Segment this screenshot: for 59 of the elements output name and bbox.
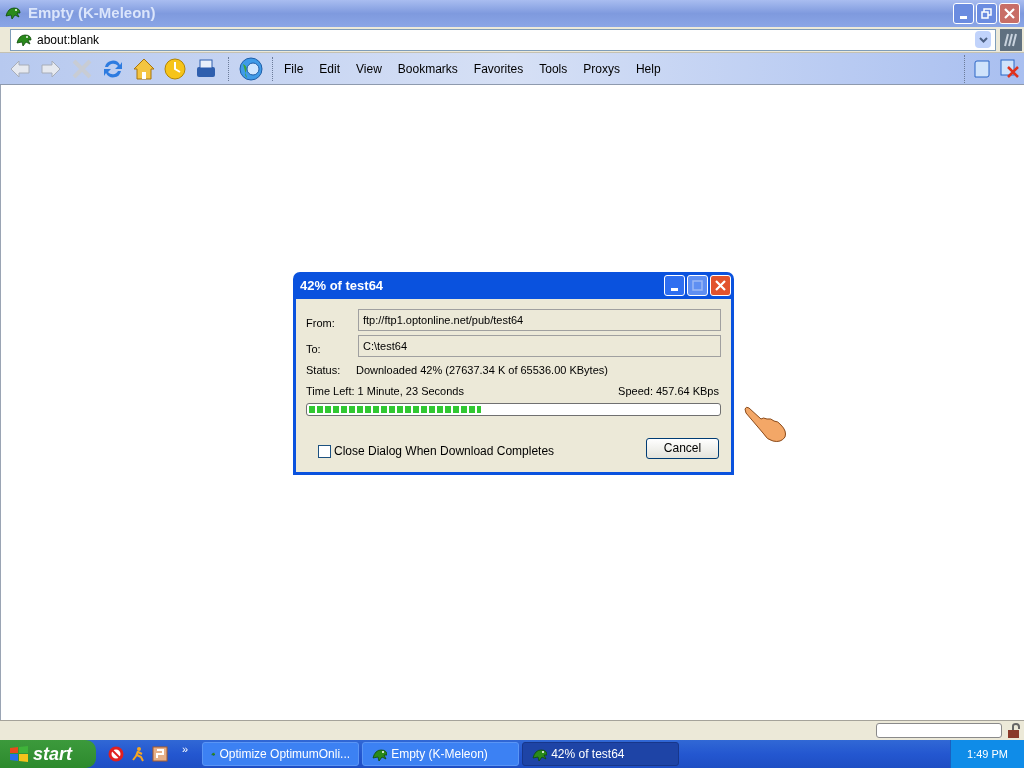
close-button[interactable] (710, 275, 731, 296)
quick-launch-button[interactable] (108, 746, 124, 762)
page-x-icon (1000, 58, 1020, 79)
checkbox[interactable] (318, 444, 331, 458)
home-button[interactable] (132, 56, 156, 81)
menu-item[interactable]: File (284, 59, 304, 78)
close-button[interactable] (999, 3, 1020, 24)
home-icon (132, 56, 156, 81)
close-icon (1004, 8, 1015, 19)
menu-item[interactable]: View (356, 59, 382, 78)
windows-flag-icon (9, 745, 29, 763)
menu-item[interactable]: Bookmarks (397, 59, 458, 78)
start-button[interactable]: start (0, 740, 96, 768)
minimize-button[interactable] (953, 3, 974, 24)
padlock-icon (1006, 722, 1022, 739)
menu-item[interactable]: Favorites (473, 59, 524, 78)
new-page-button[interactable] (974, 58, 992, 79)
maximize-button[interactable] (687, 275, 708, 296)
speed-text: Speed: 457.64 KBps (618, 383, 719, 399)
time-left-text: Time Left: 1 Minute, 23 Seconds (306, 383, 464, 399)
globe-button[interactable] (238, 55, 264, 82)
quick-launch-button[interactable] (130, 746, 146, 762)
field-value: ftp://ftp1.optonline.net/pub/test64 (358, 309, 721, 332)
status-label: Status: (306, 363, 342, 378)
status-text: Downloaded 42% (27637.34 K of 65536.00 KBytes) (356, 363, 608, 378)
checkbox-label: Close Dialog When Download Completes (334, 443, 555, 460)
menu-item[interactable]: Help (635, 59, 661, 78)
taskbar-button[interactable]: 42% of test64 (522, 742, 680, 766)
field-value: C:\test64 (358, 334, 721, 357)
running-man-icon (130, 746, 146, 762)
clock-icon (163, 56, 187, 81)
minimize-button[interactable] (664, 275, 685, 296)
quick-launch-button[interactable] (152, 746, 168, 762)
cancel-button[interactable]: Cancel (646, 437, 719, 459)
globe-icon (238, 55, 264, 82)
restore-icon (981, 8, 992, 19)
close-page-button[interactable] (1000, 58, 1020, 79)
pointing-hand-icon (743, 405, 789, 445)
no-sign-icon (108, 746, 124, 762)
page-icon (974, 59, 990, 78)
close-icon (715, 280, 726, 291)
restore-button[interactable] (976, 3, 997, 24)
field-label: From: (306, 316, 336, 331)
field-label: To: (306, 341, 322, 357)
menu-item[interactable]: Proxys (583, 59, 620, 78)
maximize-icon (692, 280, 703, 291)
address-field[interactable]: about:blank (10, 28, 996, 51)
taskbar-button[interactable]: Empty (K-Meleon) (362, 742, 520, 766)
window-title: Empty (K-Meleon) (28, 3, 157, 24)
taskbar-button[interactable]: Optimize OptimumOnli... (202, 742, 360, 766)
dropdown-button[interactable] (975, 31, 991, 48)
dialog-title: 42% of test64 (300, 276, 385, 295)
chevron-icon (978, 36, 988, 43)
more-button[interactable]: » (182, 740, 189, 758)
menu-item[interactable]: Tools (539, 59, 568, 78)
clock-button[interactable] (163, 56, 187, 81)
clock: 1:49 PM (950, 740, 1024, 768)
puzzle-icon (152, 746, 168, 762)
menu-item[interactable]: Edit (319, 59, 341, 78)
